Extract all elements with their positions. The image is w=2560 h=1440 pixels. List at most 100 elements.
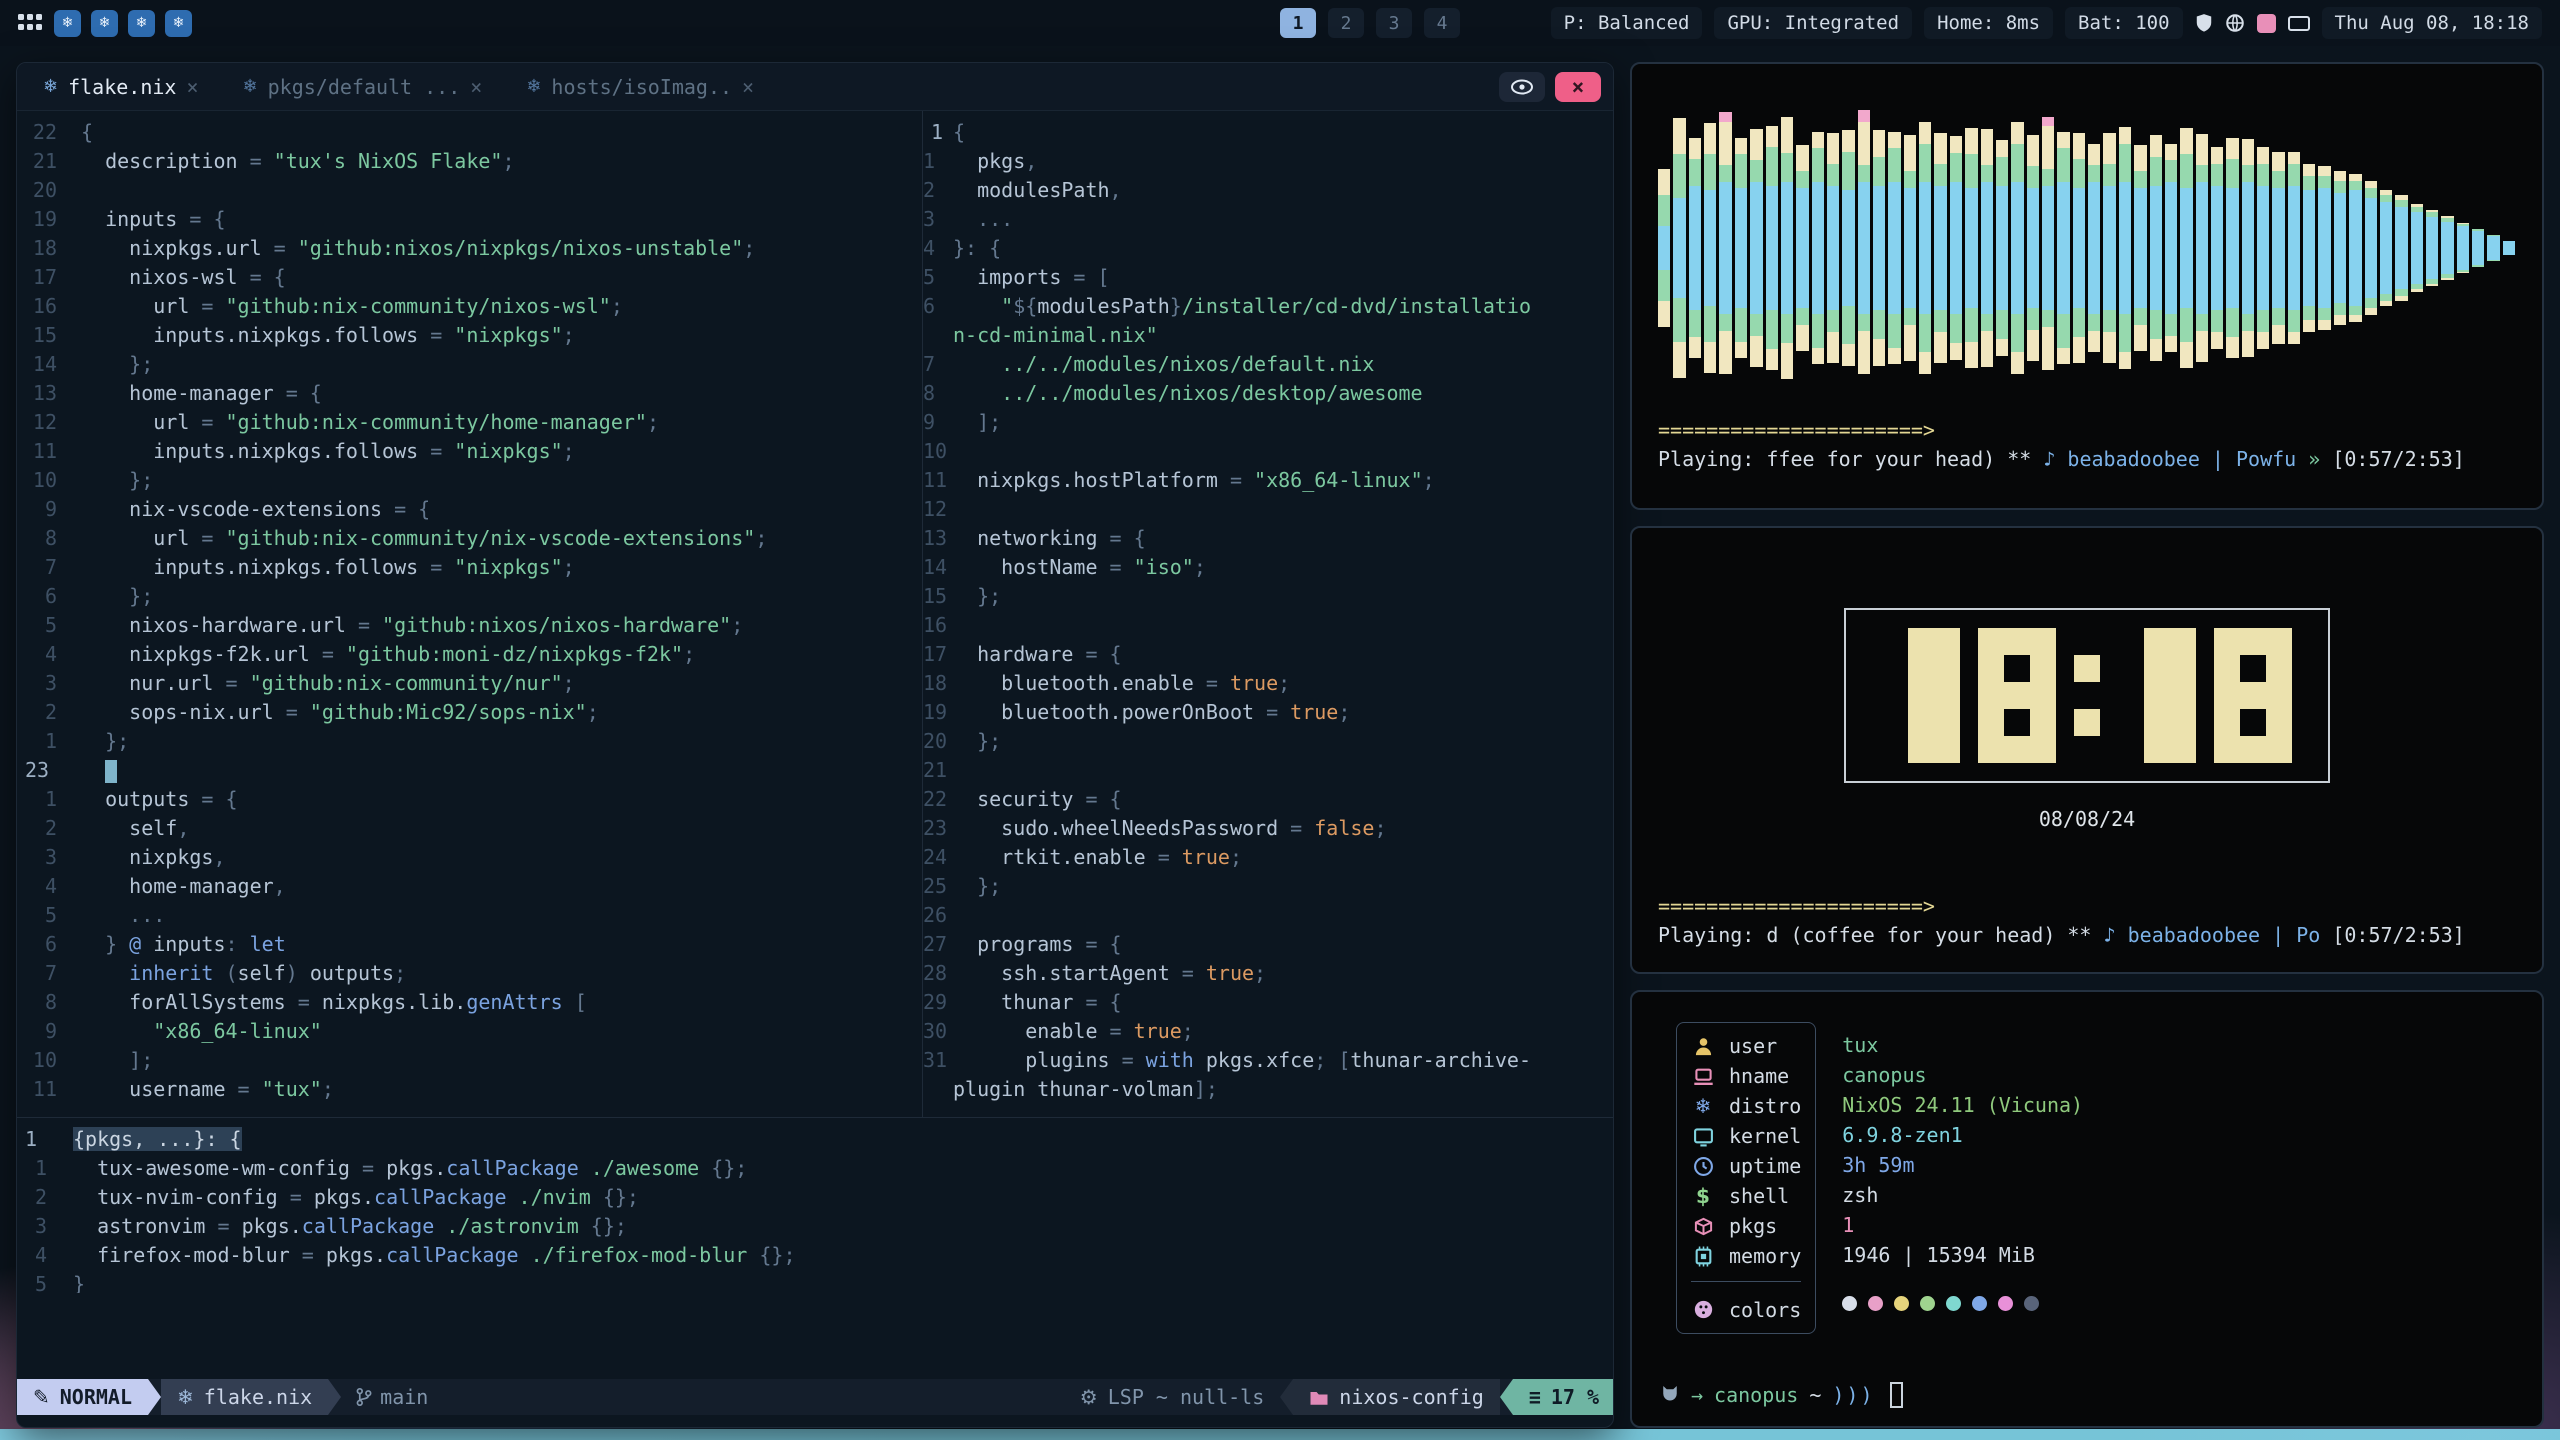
code-line[interactable]: 1{pkgs, ...}: { [17, 1125, 1614, 1154]
code-line[interactable]: 16 url = "github:nix-community/nixos-wsl… [17, 292, 922, 321]
code-line[interactable]: 16 [923, 611, 1614, 640]
pane-flake-nix[interactable]: 22{21 description = "tux's NixOS Flake";… [17, 111, 923, 1117]
network-icon[interactable] [2225, 13, 2245, 33]
code-line[interactable]: 29 thunar = { [923, 988, 1614, 1017]
code-line[interactable]: 9 "x86_64-linux" [17, 1017, 922, 1046]
close-tab-icon[interactable]: × [742, 75, 754, 99]
code-line[interactable]: 8 forAllSystems = nixpkgs.lib.genAttrs [ [17, 988, 922, 1017]
pane-pkgs-default[interactable]: 1{pkgs, ...}: {1 tux-awesome-wm-config =… [17, 1117, 1614, 1293]
snowflake-tag-icon[interactable]: ❄ [128, 10, 155, 37]
code-line[interactable]: 26 [923, 901, 1614, 930]
workspace-button[interactable]: 4 [1424, 8, 1460, 38]
code-line[interactable]: 19 inputs = { [17, 205, 922, 234]
code-line[interactable]: 3 ... [923, 205, 1614, 234]
code-line[interactable]: 5 nixos-hardware.url = "github:nixos/nix… [17, 611, 922, 640]
code-line[interactable]: 1 }; [17, 727, 922, 756]
code-line[interactable]: 20 [17, 176, 922, 205]
code-line[interactable]: 1{ [923, 118, 1614, 147]
code-line[interactable]: 21 description = "tux's NixOS Flake"; [17, 147, 922, 176]
code-line[interactable]: 12 url = "github:nix-community/home-mana… [17, 408, 922, 437]
code-line[interactable]: 17 nixos-wsl = { [17, 263, 922, 292]
code-line[interactable]: 28 ssh.startAgent = true; [923, 959, 1614, 988]
code-line[interactable]: 11 inputs.nixpkgs.follows = "nixpkgs"; [17, 437, 922, 466]
snowflake-tag-icon[interactable]: ❄ [165, 10, 192, 37]
code-line[interactable]: 7 ../../modules/nixos/default.nix [923, 350, 1614, 379]
code-line[interactable]: 11 nixpkgs.hostPlatform = "x86_64-linux"… [923, 466, 1614, 495]
code-line[interactable]: 2 self, [17, 814, 922, 843]
code-line[interactable]: 1 tux-awesome-wm-config = pkgs.callPacka… [17, 1154, 1614, 1183]
code-line[interactable]: 2 tux-nvim-config = pkgs.callPackage ./n… [17, 1183, 1614, 1212]
code-line[interactable]: 21 [923, 756, 1614, 785]
code-line[interactable]: 13 home-manager = { [17, 379, 922, 408]
code-line[interactable]: n-cd-minimal.nix" [923, 321, 1614, 350]
code-line[interactable]: 10 [923, 437, 1614, 466]
code-line[interactable]: 4}: { [923, 234, 1614, 263]
code-line[interactable]: 6 }; [17, 582, 922, 611]
screenshot-icon[interactable] [2257, 14, 2276, 33]
code-line[interactable]: 2 modulesPath, [923, 176, 1614, 205]
code-line[interactable]: 12 [923, 495, 1614, 524]
code-line[interactable]: 4 nixpkgs-f2k.url = "github:moni-dz/nixp… [17, 640, 922, 669]
code-line[interactable]: 18 nixpkgs.url = "github:nixos/nixpkgs/n… [17, 234, 922, 263]
code-line[interactable]: 1 outputs = { [17, 785, 922, 814]
code-line[interactable]: 11 username = "tux"; [17, 1075, 922, 1104]
code-line[interactable]: 6 "${modulesPath}/installer/cd-dvd/insta… [923, 292, 1614, 321]
code-line[interactable]: 9 ]; [923, 408, 1614, 437]
code-line[interactable]: 22{ [17, 118, 922, 147]
code-line[interactable]: 27 programs = { [923, 930, 1614, 959]
editor-tab[interactable]: ❄pkgs/default ...× [243, 75, 483, 99]
code-line[interactable]: 1 pkgs, [923, 147, 1614, 176]
code-line[interactable]: 7 inputs.nixpkgs.follows = "nixpkgs"; [17, 553, 922, 582]
code-line[interactable]: 30 enable = true; [923, 1017, 1614, 1046]
code-line[interactable]: 8 ../../modules/nixos/desktop/awesome [923, 379, 1614, 408]
code-line[interactable]: 3 nur.url = "github:nix-community/nur"; [17, 669, 922, 698]
code-line[interactable]: 15 }; [923, 582, 1614, 611]
code-line[interactable]: 10 ]; [17, 1046, 922, 1075]
editor-tab[interactable]: ❄flake.nix× [43, 75, 199, 99]
snowflake-tag-icon[interactable]: ❄ [91, 10, 118, 37]
reader-toggle-button[interactable] [1499, 72, 1545, 102]
code-line[interactable]: 2 sops-nix.url = "github:Mic92/sops-nix"… [17, 698, 922, 727]
code-line[interactable]: 8 url = "github:nix-community/nix-vscode… [17, 524, 922, 553]
code-line[interactable]: 3 nixpkgs, [17, 843, 922, 872]
code-line[interactable]: 3 astronvim = pkgs.callPackage ./astronv… [17, 1212, 1614, 1241]
launcher-icon[interactable] [18, 14, 42, 32]
code-line[interactable]: 5 ... [17, 901, 922, 930]
code-line[interactable]: 25 }; [923, 872, 1614, 901]
code-line[interactable]: 17 hardware = { [923, 640, 1614, 669]
snowflake-tag-icon[interactable]: ❄ [54, 10, 81, 37]
pane-iso-image[interactable]: 1{1 pkgs,2 modulesPath,3 ...4}: {5 impor… [923, 111, 1614, 1117]
code-line[interactable]: 22 security = { [923, 785, 1614, 814]
systray-icon[interactable] [2288, 16, 2310, 31]
workspace-button[interactable]: 3 [1376, 8, 1412, 38]
code-line[interactable]: 4 firefox-mod-blur = pkgs.callPackage ./… [17, 1241, 1614, 1270]
code-line[interactable]: 18 bluetooth.enable = true; [923, 669, 1614, 698]
shield-icon[interactable] [2195, 13, 2213, 33]
workspace-button[interactable]: 2 [1328, 8, 1364, 38]
code-line[interactable]: 5} [17, 1270, 1614, 1293]
workspace-button[interactable]: 1 [1280, 8, 1316, 38]
code-line[interactable]: 19 bluetooth.powerOnBoot = true; [923, 698, 1614, 727]
close-tab-icon[interactable]: × [186, 75, 198, 99]
code-line[interactable]: 24 rtkit.enable = true; [923, 843, 1614, 872]
code-line[interactable]: 9 nix-vscode-extensions = { [17, 495, 922, 524]
code-line[interactable]: 13 networking = { [923, 524, 1614, 553]
shell-prompt[interactable]: → canopus ~ ))) [1660, 1382, 1903, 1408]
code-line[interactable]: plugin thunar-volman]; [923, 1075, 1614, 1104]
code-line[interactable]: 4 home-manager, [17, 872, 922, 901]
code-line[interactable]: 23 [17, 756, 922, 785]
code-line[interactable]: 14 }; [17, 350, 922, 379]
code-line[interactable]: 7 inherit (self) outputs; [17, 959, 922, 988]
code-line[interactable]: 14 hostName = "iso"; [923, 553, 1614, 582]
editor-tab[interactable]: ❄hosts/isoImag..× [526, 75, 754, 99]
window-close-button[interactable]: × [1555, 72, 1601, 102]
code-line[interactable]: 10 }; [17, 466, 922, 495]
code-line[interactable]: 23 sudo.wheelNeedsPassword = false; [923, 814, 1614, 843]
close-tab-icon[interactable]: × [470, 75, 482, 99]
code-line[interactable]: 20 }; [923, 727, 1614, 756]
code-line[interactable]: 6 } @ inputs: let [17, 930, 922, 959]
code-line[interactable]: 5 imports = [ [923, 263, 1614, 292]
clock[interactable]: Thu Aug 08, 18:18 [2322, 7, 2542, 39]
code-line[interactable]: 31 plugins = with pkgs.xfce; [thunar-arc… [923, 1046, 1614, 1075]
code-line[interactable]: 15 inputs.nixpkgs.follows = "nixpkgs"; [17, 321, 922, 350]
